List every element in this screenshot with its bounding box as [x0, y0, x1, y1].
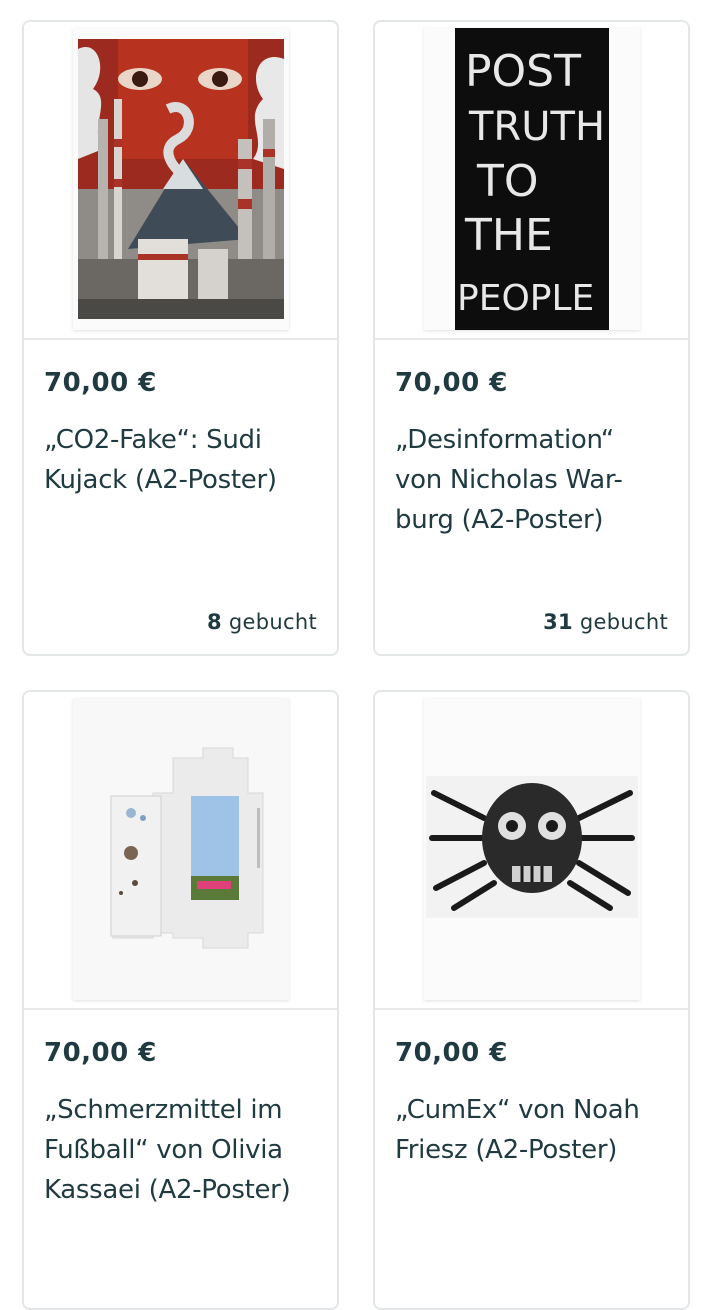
cumex-artwork — [423, 698, 640, 1000]
product-price: 70,00 € — [44, 368, 157, 398]
product-title[interactable]: „Desinformation“ von Nicholas War-burg (… — [395, 420, 668, 540]
product-info: 70,00 € „Schmerzmittel im Fußball“ von O… — [24, 1010, 337, 1210]
booked-label: gebucht — [579, 610, 668, 634]
product-card[interactable]: 70,00 € „Schmerzmittel im Fußball“ von O… — [22, 690, 339, 1310]
post-truth-artwork: POST TRUTH TO THE PEOPLE — [454, 28, 609, 330]
product-card[interactable]: POST TRUTH TO THE PEOPLE 70,00 € „Desinf… — [373, 20, 690, 656]
product-image-area[interactable] — [24, 692, 337, 1010]
poster-post-truth-image[interactable]: POST TRUTH TO THE PEOPLE — [423, 28, 640, 330]
product-title[interactable]: „CO2-Fake“: Sudi Kujack (A2-Poster) — [44, 420, 317, 500]
poster-cumex-image[interactable] — [423, 698, 640, 1000]
product-image-area[interactable] — [375, 692, 688, 1010]
poster-text-line: PEOPLE — [457, 278, 594, 319]
product-price: 70,00 € — [395, 368, 508, 398]
product-info: 70,00 € „CumEx“ von Noah Friesz (A2-Post… — [375, 1010, 688, 1170]
product-info: 70,00 € „Desinformation“ von Nicholas Wa… — [375, 340, 688, 540]
product-image-area[interactable] — [24, 22, 337, 340]
schmerzmittel-artwork — [72, 698, 289, 1000]
co2-fake-artwork — [77, 39, 284, 319]
poster-co2-fake-image[interactable] — [72, 28, 289, 330]
product-card[interactable]: 70,00 € „CO2-Fake“: Sudi Kujack (A2-Post… — [22, 20, 339, 656]
booked-label: gebucht — [228, 610, 317, 634]
product-info: 70,00 € „CO2-Fake“: Sudi Kujack (A2-Post… — [24, 340, 337, 500]
product-title[interactable]: „Schmerzmittel im Fußball“ von Olivia Ka… — [44, 1090, 317, 1210]
booked-count: 8 — [207, 610, 222, 634]
poster-text-line: POST — [465, 46, 581, 97]
booked-count: 31 — [543, 610, 573, 634]
booked-counter: 8 gebucht — [207, 610, 317, 634]
poster-text-line: TRUTH — [468, 104, 605, 150]
product-price: 70,00 € — [395, 1038, 508, 1068]
product-price: 70,00 € — [44, 1038, 157, 1068]
product-title[interactable]: „CumEx“ von Noah Friesz (A2-Poster) — [395, 1090, 668, 1170]
product-card[interactable]: 70,00 € „CumEx“ von Noah Friesz (A2-Post… — [373, 690, 690, 1310]
booked-counter: 31 gebucht — [543, 610, 668, 634]
poster-schmerzmittel-image[interactable] — [72, 698, 289, 1000]
poster-text-line: TO — [476, 156, 539, 207]
product-grid: 70,00 € „CO2-Fake“: Sudi Kujack (A2-Post… — [22, 20, 690, 1310]
poster-text-line: THE — [464, 210, 553, 261]
product-image-area[interactable]: POST TRUTH TO THE PEOPLE — [375, 22, 688, 340]
